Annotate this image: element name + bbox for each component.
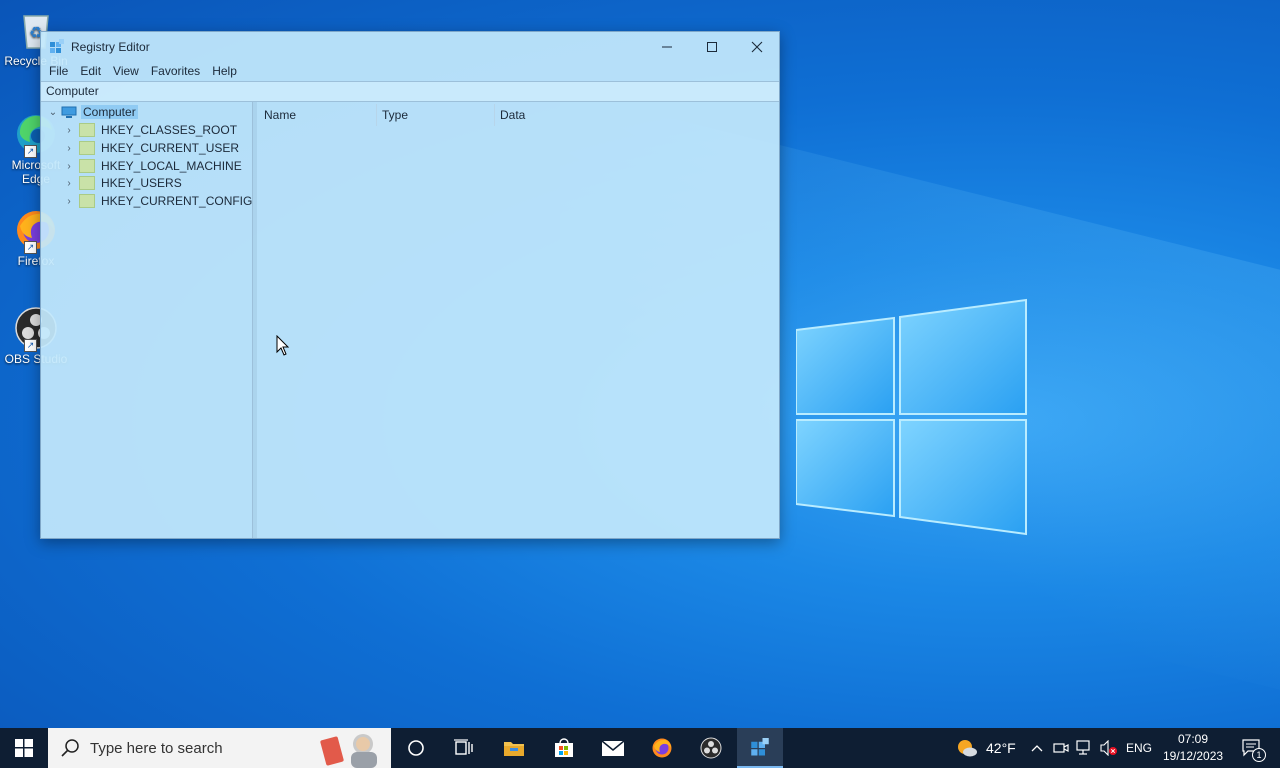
title-bar[interactable]: Registry Editor — [41, 32, 779, 61]
weather-temperature[interactable]: 42°F — [986, 740, 1016, 756]
folder-icon — [79, 123, 95, 137]
taskbar-mail[interactable] — [589, 728, 637, 768]
cortana-button[interactable] — [392, 728, 440, 768]
window-title: Registry Editor — [71, 39, 150, 54]
taskbar-registry-editor[interactable] — [737, 728, 783, 768]
tray-network[interactable] — [1074, 728, 1096, 768]
tree-item-label: Computer — [81, 105, 138, 119]
folder-icon — [79, 194, 95, 208]
search-icon — [61, 739, 79, 757]
tree-item-label: HKEY_CLASSES_ROOT — [101, 123, 238, 137]
chevron-right-icon[interactable]: › — [63, 161, 75, 172]
column-header-data[interactable]: Data — [500, 106, 525, 124]
chevron-up-icon — [1031, 745, 1043, 752]
close-button[interactable] — [734, 32, 779, 61]
tree-item-hkey-users[interactable]: › HKEY_USERS — [63, 174, 182, 192]
taskbar-search-box[interactable]: Type here to search — [48, 728, 391, 768]
folder-icon — [79, 141, 95, 155]
chevron-right-icon[interactable]: › — [63, 196, 75, 207]
values-list[interactable]: Name Type Data — [257, 102, 779, 538]
tree-item-hkey-classes-root[interactable]: › HKEY_CLASSES_ROOT — [63, 121, 237, 139]
firefox-icon — [652, 738, 672, 758]
shortcut-arrow-icon: ↗ — [24, 241, 37, 254]
column-divider[interactable] — [376, 104, 377, 126]
tree-item-label: HKEY_LOCAL_MACHINE — [101, 159, 242, 173]
maximize-icon — [706, 41, 717, 52]
shortcut-arrow-icon: ↗ — [24, 145, 37, 158]
registry-editor-icon — [50, 38, 64, 53]
folder-icon — [79, 159, 95, 173]
clock-time[interactable]: 07:09 — [1178, 732, 1208, 746]
maximize-button[interactable] — [689, 32, 734, 61]
tray-meet-now[interactable] — [1051, 728, 1071, 768]
address-bar[interactable]: Computer — [41, 81, 779, 102]
action-center-button[interactable]: 1 — [1232, 728, 1272, 768]
registry-tree: ⌄ Computer › HKEY_CLASSES_ROOT › HKEY_CU… — [41, 102, 253, 538]
menu-help[interactable]: Help — [206, 64, 243, 78]
taskbar-file-explorer[interactable] — [490, 728, 538, 768]
weather-widget[interactable] — [952, 728, 982, 768]
menu-edit[interactable]: Edit — [74, 64, 107, 78]
tree-item-label: HKEY_CURRENT_USER — [101, 141, 240, 155]
menu-view[interactable]: View — [107, 64, 145, 78]
column-header-type[interactable]: Type — [382, 106, 408, 124]
minimize-icon — [661, 46, 672, 47]
search-highlight-illustration — [320, 734, 377, 768]
menu-file[interactable]: File — [43, 64, 74, 78]
volume-muted-icon — [1100, 740, 1117, 756]
windows-start-icon — [15, 739, 33, 757]
tree-item-hkey-current-user[interactable]: › HKEY_CURRENT_USER — [63, 139, 239, 157]
tree-item-computer[interactable]: ⌄ Computer — [47, 103, 138, 121]
windows-logo-wallpaper — [796, 298, 1027, 536]
file-explorer-icon — [504, 742, 524, 756]
menu-favorites[interactable]: Favorites — [145, 64, 206, 78]
chevron-down-icon[interactable]: ⌄ — [47, 107, 59, 118]
network-icon — [1076, 740, 1090, 755]
tree-item-hkey-local-machine[interactable]: › HKEY_LOCAL_MACHINE — [63, 157, 242, 175]
minimize-button[interactable] — [644, 32, 689, 61]
search-placeholder: Type here to search — [90, 739, 223, 757]
shortcut-arrow-icon: ↗ — [24, 339, 37, 352]
column-divider[interactable] — [494, 104, 495, 126]
show-hidden-icons-button[interactable] — [1028, 728, 1046, 768]
input-language[interactable]: ENG — [1126, 741, 1152, 755]
computer-icon — [61, 106, 77, 118]
taskbar-microsoft-store[interactable] — [540, 728, 588, 768]
tray-volume[interactable] — [1098, 728, 1120, 768]
taskbar-firefox[interactable] — [638, 728, 686, 768]
cortana-icon — [408, 740, 424, 756]
folder-icon — [79, 176, 95, 190]
taskbar-obs[interactable] — [687, 728, 735, 768]
tree-item-label: HKEY_CURRENT_CONFIG — [101, 194, 253, 208]
tree-item-label: HKEY_USERS — [101, 176, 182, 190]
registry-editor-window: Registry Editor File Edit View Favorites… — [40, 31, 780, 539]
chevron-right-icon[interactable]: › — [63, 178, 75, 189]
weather-partly-cloudy-icon — [958, 740, 977, 757]
registry-editor-icon — [751, 738, 769, 756]
mouse-cursor-icon — [276, 335, 290, 356]
menu-bar: File Edit View Favorites Help — [41, 61, 779, 81]
taskbar: Type here to search 42°F ENG 07:09 19/12… — [0, 728, 1280, 768]
notification-badge: 1 — [1252, 748, 1266, 762]
task-view-button[interactable] — [440, 728, 488, 768]
chevron-right-icon[interactable]: › — [63, 125, 75, 136]
clock-date[interactable]: 19/12/2023 — [1163, 749, 1223, 763]
obs-icon — [700, 737, 722, 759]
camera-icon — [1053, 743, 1069, 753]
task-view-icon — [454, 739, 473, 755]
mail-icon — [601, 740, 625, 756]
start-button[interactable] — [0, 728, 48, 768]
microsoft-store-icon — [555, 738, 573, 757]
close-icon — [751, 41, 762, 52]
tree-item-hkey-current-config[interactable]: › HKEY_CURRENT_CONFIG — [63, 192, 252, 210]
chevron-right-icon[interactable]: › — [63, 143, 75, 154]
column-header-name[interactable]: Name — [264, 106, 296, 124]
